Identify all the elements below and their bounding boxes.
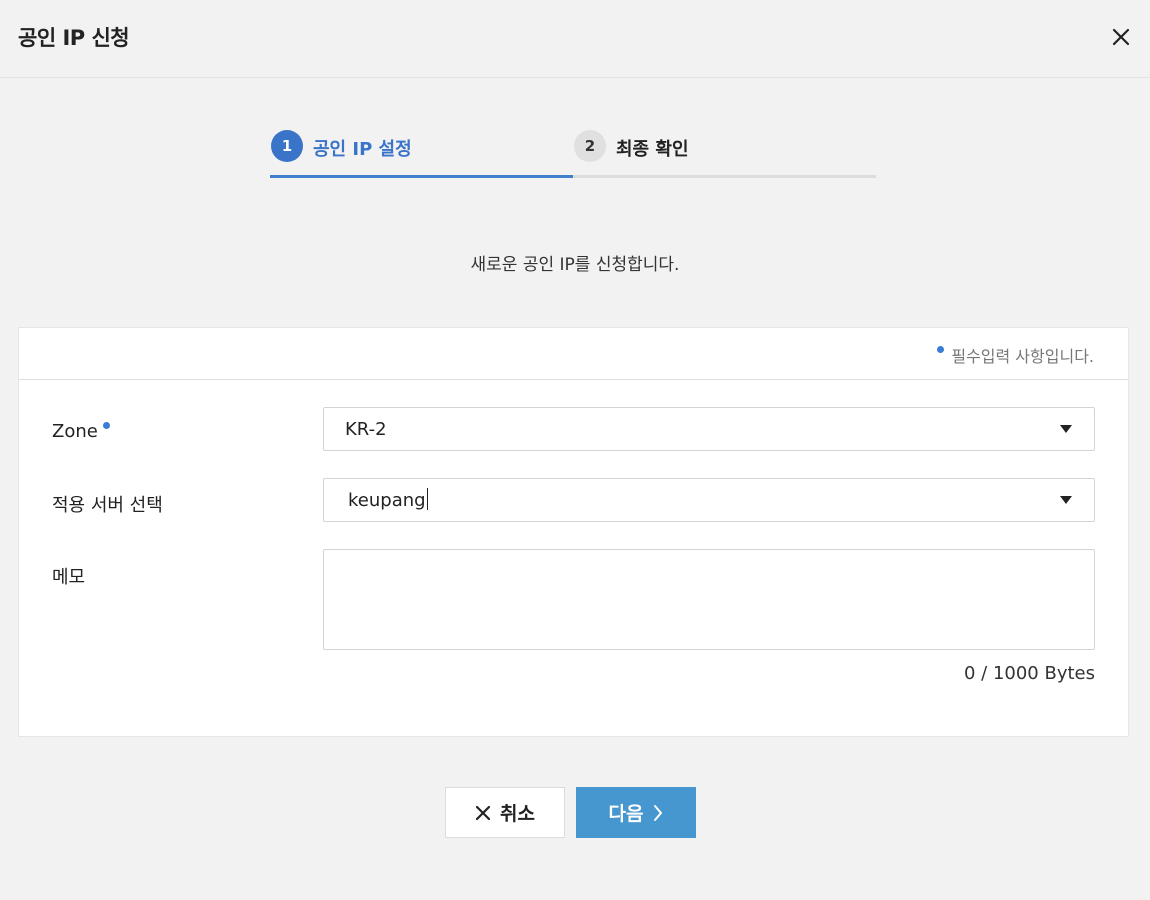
step-public-ip-settings[interactable]: 1 공인 IP 설정: [270, 128, 573, 180]
dialog-title: 공인 IP 신청: [18, 26, 130, 50]
server-select-text: keupang: [348, 490, 426, 511]
public-ip-request-dialog: 공인 IP 신청 1 공인 IP 설정 2 최종 확인 새로운 공인 IP를 신…: [0, 0, 1150, 900]
text-cursor: [426, 488, 428, 510]
server-select-value: keupang: [348, 488, 428, 511]
memo-label: 메모: [52, 567, 86, 588]
next-button-label: 다음: [608, 803, 644, 825]
step-progress-bar-active: [270, 175, 573, 178]
cancel-button-label: 취소: [500, 803, 535, 825]
server-select[interactable]: keupang: [323, 478, 1095, 522]
zone-select-value: KR-2: [345, 419, 387, 440]
zone-label-text: Zone: [52, 421, 98, 442]
server-label: 적용 서버 선택: [52, 495, 163, 516]
step-number: 1: [271, 130, 303, 162]
cancel-button[interactable]: 취소: [445, 787, 565, 838]
close-button[interactable]: [1104, 20, 1138, 54]
step-number: 2: [574, 130, 606, 162]
step-final-confirm[interactable]: 2 최종 확인: [573, 128, 876, 180]
required-note-text: 필수입력 사항입니다.: [951, 347, 1094, 366]
stepper: 1 공인 IP 설정 2 최종 확인: [270, 128, 876, 180]
next-button[interactable]: 다음: [576, 787, 696, 838]
step-progress-bar-inactive: [573, 175, 876, 178]
zone-label: Zone: [52, 421, 110, 442]
x-icon: [475, 805, 491, 820]
required-dot-icon: [937, 346, 945, 353]
form-panel: 필수입력 사항입니다. Zone KR-2 적용 서버 선택 keupang 메…: [18, 327, 1129, 737]
step-label: 공인 IP 설정: [313, 139, 412, 160]
required-dot-icon: [102, 422, 110, 429]
intro-text: 새로운 공인 IP를 신청합니다.: [470, 255, 680, 275]
caret-down-icon: [1060, 425, 1072, 433]
form-panel-header: 필수입력 사항입니다.: [19, 328, 1128, 380]
dialog-header: 공인 IP 신청: [0, 0, 1150, 78]
required-note: 필수입력 사항입니다.: [937, 343, 1094, 367]
close-icon: [1112, 28, 1130, 46]
caret-down-icon: [1060, 496, 1072, 504]
chevron-right-icon: [654, 804, 663, 821]
byte-counter: 0 / 1000 Bytes: [963, 663, 1095, 684]
memo-textarea[interactable]: [323, 549, 1095, 650]
zone-select[interactable]: KR-2: [323, 407, 1095, 451]
step-label: 최종 확인: [616, 139, 689, 160]
